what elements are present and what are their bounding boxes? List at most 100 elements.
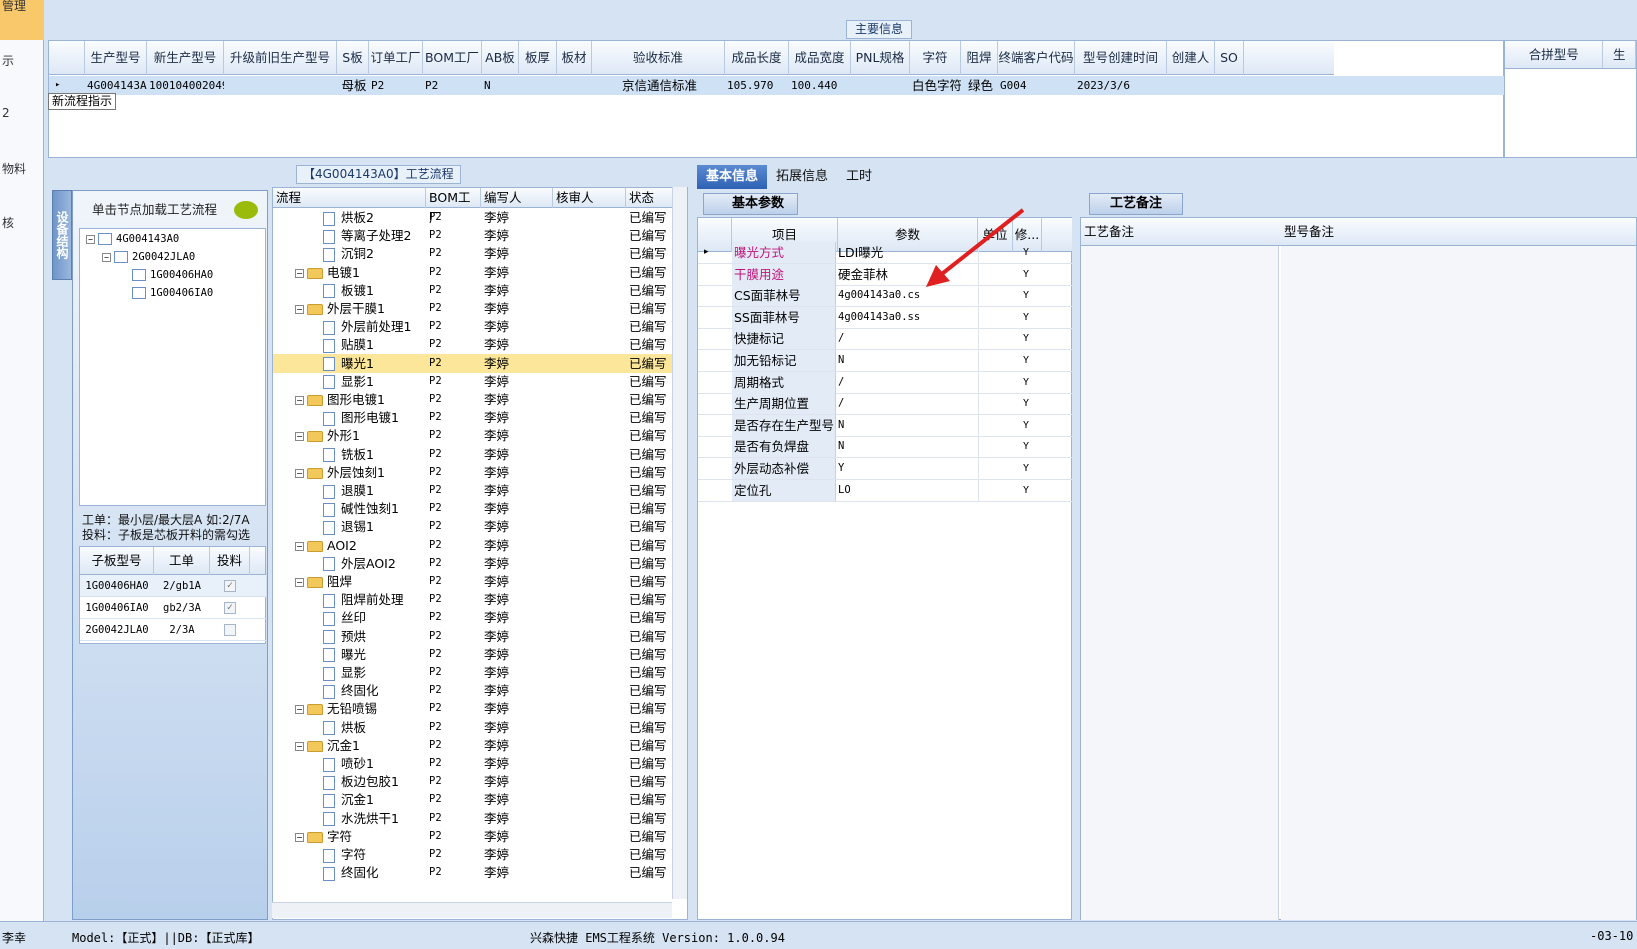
main-cell[interactable] [1167,76,1215,95]
sub-col-header[interactable]: 子板型号 [80,547,154,575]
param-value[interactable]: N [838,436,976,457]
proc-col-header[interactable]: 状态 [626,188,676,208]
process-row[interactable]: 烘板 P2 李婷 已编写 [273,718,673,737]
sub-row[interactable]: 1G00406IA0 gb2/3A ✓ [80,597,266,619]
process-row[interactable]: − 电镀1 P2 李婷 已编写 [273,263,673,282]
process-row[interactable]: 图形电镀1 P2 李婷 已编写 [273,408,673,427]
main-col-header[interactable]: 验收标准 [592,41,725,75]
proc-col-header[interactable]: BOM工厂 [426,188,481,225]
process-row[interactable]: − 阻焊 P2 李婷 已编写 [273,572,673,591]
proc-col-header[interactable]: 流程 [273,188,426,208]
process-row[interactable]: 碱性蚀刻1 P2 李婷 已编写 [273,499,673,518]
param-row[interactable]: 是否有负焊盘 N Y [698,436,1072,459]
process-row[interactable]: − 字符 P2 李婷 已编写 [273,827,673,846]
left-nav-item[interactable]: 示 [2,52,14,69]
process-row[interactable]: 预烘 P2 李婷 已编写 [273,627,673,646]
model-notes-area[interactable] [1281,246,1636,920]
main-col-header[interactable]: 成品宽度 [789,41,851,75]
sub-col-header[interactable]: 工单 [154,547,210,575]
collapse-icon[interactable]: − [295,432,304,442]
craft-col-header[interactable]: 型号备注 [1281,218,1481,246]
main-cell[interactable]: P2 [423,76,482,95]
process-row[interactable]: − AOI2 P2 李婷 已编写 [273,536,673,555]
collapse-icon[interactable]: − [295,305,304,314]
param-value[interactable]: Y [838,458,976,479]
process-row[interactable]: − 外层蚀刻1 P2 李婷 已编写 [273,463,673,482]
main-col-header[interactable]: BOM工厂 [423,41,482,75]
main-col-header[interactable]: 成品长度 [725,41,789,75]
craft-notes-area[interactable] [1081,246,1279,920]
param-value[interactable]: N [838,415,976,436]
process-row[interactable]: 退膜1 P2 李婷 已编写 [273,481,673,500]
tree-node[interactable]: 1G00406IA0 [132,287,213,299]
combine-col-header[interactable]: 生 [1603,41,1636,68]
process-row[interactable]: 沉金1 P2 李婷 已编写 [273,790,673,809]
process-row[interactable]: 喷砂1 P2 李婷 已编写 [273,754,673,773]
process-row[interactable]: 烘板2 P2 李婷 已编写 [273,208,673,227]
process-row[interactable]: 板镀1 P2 李婷 已编写 [273,281,673,300]
process-row[interactable]: 贴膜1 P2 李婷 已编写 [273,335,673,354]
main-cell[interactable] [1215,76,1244,95]
process-row[interactable]: 终固化 P2 李婷 已编写 [273,863,673,882]
left-nav-item[interactable]: 核 [2,214,14,231]
collapse-icon[interactable]: − [295,578,304,587]
craft-notes-tab[interactable]: 工艺备注 [1089,193,1183,215]
process-row[interactable]: 外层AOI2 P2 李婷 已编写 [273,554,673,573]
tree-node[interactable]: −2G0042JLA0 [102,251,195,263]
param-value[interactable]: LO [838,480,976,501]
tab-basic-info[interactable]: 基本信息 [697,165,768,189]
process-row[interactable]: 曝光1 P2 李婷 已编写 [273,353,673,373]
main-col-header[interactable]: 字符 [910,41,961,75]
main-col-header[interactable]: 阻焊 [961,41,998,75]
process-row[interactable]: 铣板1 P2 李婷 已编写 [273,445,673,464]
main-cell[interactable]: 100.440 [789,76,851,95]
process-row[interactable]: 字符 P2 李婷 已编写 [273,845,673,864]
collapse-icon[interactable]: − [295,741,304,751]
main-cell[interactable] [224,76,337,95]
left-nav-item[interactable]: 2 [2,106,10,120]
main-col-header[interactable]: 板材 [557,41,592,75]
process-horizontal-scrollbar[interactable] [272,902,672,918]
process-row[interactable]: 阻焊前处理 P2 李婷 已编写 [273,590,673,609]
feed-checkbox[interactable] [224,624,236,636]
tree-node[interactable]: 1G00406HA0 [132,269,213,281]
main-cell[interactable]: 绿色 [961,76,998,95]
collapse-icon[interactable]: − [295,705,304,715]
main-col-header[interactable]: 新生产型号 [147,41,224,75]
process-row[interactable]: 显影1 P2 李婷 已编写 [273,372,673,391]
main-col-header[interactable]: 生产型号 [85,41,147,75]
tree-node[interactable]: −4G004143A0 [86,233,179,245]
main-col-header[interactable]: 终端客户代码 [998,41,1075,75]
process-row[interactable]: − 沉金1 P2 李婷 已编写 [273,736,673,755]
process-row[interactable]: 等离子处理2 P2 李婷 已编写 [273,226,673,245]
collapse-icon[interactable]: − [295,468,304,478]
main-cell[interactable] [851,76,910,95]
main-col-header[interactable]: S板 [337,41,369,75]
param-value[interactable]: 4g004143a0.ss [838,307,976,328]
left-nav-item[interactable]: 管理 [2,0,26,14]
process-row[interactable]: 沉铜2 P2 李婷 已编写 [273,244,673,263]
main-col-header[interactable]: PNL规格 [851,41,910,75]
main-cell[interactable]: N [482,76,519,95]
process-row[interactable]: 退锡1 P2 李婷 已编写 [273,517,673,536]
process-row[interactable]: − 外形1 P2 李婷 已编写 [273,426,673,445]
sub-row[interactable]: 2G0042JLA0 2/3A [80,619,266,641]
sub-row[interactable]: 1G00406HA0 2/gb1A ✓ [80,575,266,597]
main-col-header[interactable]: 创建人 [1167,41,1215,75]
param-value[interactable]: N [838,350,976,371]
param-row[interactable]: 是否存在生产型号 N Y [698,414,1072,437]
main-cell[interactable]: 2023/3/6 [1075,76,1167,95]
process-row[interactable]: − 图形电镀1 P2 李婷 已编写 [273,390,673,409]
collapse-icon[interactable]: − [295,268,304,278]
param-row[interactable]: 生产周期位置 / Y [698,393,1072,416]
process-row[interactable]: 板边包胶1 P2 李婷 已编写 [273,772,673,791]
process-row[interactable]: 水洗烘干1 P2 李婷 已编写 [273,809,673,828]
main-col-header[interactable]: 型号创建时间 [1075,41,1167,75]
main-col-header[interactable]: AB板 [482,41,519,75]
side-tab-device[interactable]: 设备结构 [52,190,72,280]
main-col-header[interactable]: 升级前旧生产型号 [224,41,337,75]
tab-extend-info[interactable]: 拓展信息 [767,165,837,189]
main-col-header[interactable]: 板厚 [519,41,557,75]
main-cell[interactable] [519,76,557,95]
main-col-header[interactable]: 订单工厂 [369,41,423,75]
